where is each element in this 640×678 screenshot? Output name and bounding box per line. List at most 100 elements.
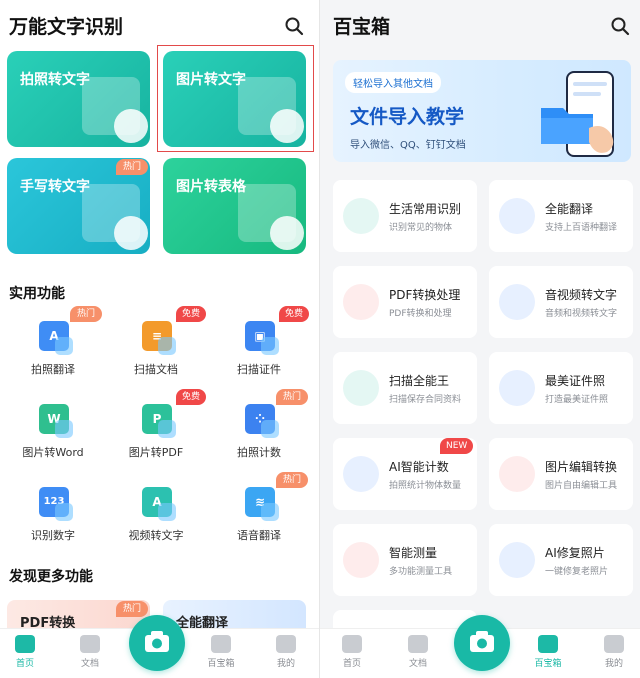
feature-subtitle: 一键修复老照片 <box>545 567 609 577</box>
feature-all-translate[interactable]: 全能翻译 支持上百语种翻译 <box>489 180 633 252</box>
camera-button[interactable] <box>129 615 185 671</box>
tool-scan-id[interactable]: ▣ 扫描证件 <box>209 321 309 389</box>
tab-home[interactable]: 首页 <box>334 635 370 669</box>
camera-button[interactable] <box>454 615 510 671</box>
count-icon <box>343 456 379 492</box>
tool-label: 图片转PDF <box>128 446 184 459</box>
feature-av-to-text[interactable]: 音视频转文字 音频和视频转文字 <box>489 266 633 338</box>
card-image-to-text[interactable]: 图片转文字 <box>163 51 306 147</box>
toolbox-icon <box>538 635 558 653</box>
photo-restore-icon <box>499 542 535 578</box>
free-badge: 免费 <box>176 306 207 322</box>
card-label: 手写转文字 <box>20 179 90 195</box>
phone-folder-illustration-icon <box>541 71 614 157</box>
tool-recognize-numbers[interactable]: 123 识别数字 <box>3 487 103 555</box>
id-card-icon: ▣ <box>245 321 279 355</box>
feature-subtitle: 多功能测量工具 <box>389 567 453 577</box>
tab-label: 我的 <box>276 659 295 669</box>
tool-label: 拍照翻译 <box>31 363 75 376</box>
tool-label: 图片转Word <box>22 446 84 459</box>
tab-profile[interactable]: 我的 <box>268 635 304 669</box>
magnifier-icon <box>270 216 304 250</box>
card-photo-to-text[interactable]: 拍照转文字 <box>7 51 150 147</box>
tab-label: 百宝箱 <box>207 659 235 669</box>
tab-toolbox[interactable]: 百宝箱 <box>530 635 566 669</box>
scan-object-icon <box>343 198 379 234</box>
banner-headline: 文件导入教学 <box>350 106 465 128</box>
voice-icon: ≋ <box>245 487 279 521</box>
feature-scanner[interactable]: 扫描全能王 扫描保存合同资料 <box>333 352 477 424</box>
tab-home[interactable]: 首页 <box>7 635 43 669</box>
video-icon: A <box>142 487 176 521</box>
feature-subtitle: 音频和视频转文字 <box>545 309 618 319</box>
document-icon: ≡ <box>142 321 176 355</box>
tab-profile[interactable]: 我的 <box>596 635 632 669</box>
hot-badge: 热门 <box>276 472 309 488</box>
feature-title: 图片编辑转换 <box>545 460 618 474</box>
number-icon: 123 <box>39 487 73 521</box>
tab-label: 百宝箱 <box>534 659 562 669</box>
eye-icon <box>114 216 148 250</box>
search-icon[interactable] <box>284 16 304 36</box>
banner-subtitle: 导入微信、QQ、钉钉文档 <box>350 140 466 151</box>
document-tab-icon <box>408 635 428 653</box>
feature-title: 智能测量 <box>389 546 438 560</box>
image-edit-icon <box>499 456 535 492</box>
tool-photo-count[interactable]: ⁘ 拍照计数 <box>209 404 309 472</box>
tool-photo-translate[interactable]: A 拍照翻译 <box>3 321 103 389</box>
tab-documents[interactable]: 文档 <box>400 635 436 669</box>
camera-icon <box>145 631 169 652</box>
tool-label: 拍照计数 <box>237 446 281 459</box>
feature-title: 生活常用识别 <box>389 202 462 216</box>
home-icon <box>342 635 362 653</box>
tab-documents[interactable]: 文档 <box>72 635 108 669</box>
tool-image-to-word[interactable]: W 图片转Word <box>3 404 103 472</box>
feature-title: AI修复照片 <box>545 546 605 560</box>
feature-title: 最美证件照 <box>545 374 606 388</box>
tool-label: 扫描文档 <box>134 363 178 376</box>
home-screen: 万能文字识别 拍照转文字 图片转文字 手写转文字 热门 图片转表格 实用功能 A… <box>0 0 320 678</box>
feature-life-recognition[interactable]: 生活常用识别 识别常见的物体 <box>333 180 477 252</box>
tab-label: 我的 <box>604 659 623 669</box>
tool-video-to-text[interactable]: A 视频转文字 <box>106 487 206 555</box>
toolbox-screen: 百宝箱 轻松导入其他文档 文件导入教学 导入微信、QQ、钉钉文档 生活常用识别 … <box>320 0 640 678</box>
pdf-icon <box>343 284 379 320</box>
tool-label: 识别数字 <box>31 529 75 542</box>
tool-image-to-pdf[interactable]: P 图片转PDF <box>106 404 206 472</box>
toolbox-icon <box>211 635 231 653</box>
feature-title: AI智能计数 <box>389 460 449 474</box>
import-tutorial-banner[interactable]: 轻松导入其他文档 文件导入教学 导入微信、QQ、钉钉文档 <box>333 60 631 162</box>
pdf-icon: P <box>142 404 176 438</box>
feature-pdf-convert[interactable]: PDF转换处理 PDF转换和处理 <box>333 266 477 338</box>
card-image-to-table[interactable]: 图片转表格 <box>163 158 306 254</box>
bottom-tab-bar: 首页 文档 百宝箱 我的 <box>0 615 320 678</box>
word-icon: W <box>39 404 73 438</box>
tool-label: 视频转文字 <box>128 529 184 542</box>
feature-image-edit[interactable]: 图片编辑转换 图片自由编辑工具 <box>489 438 633 510</box>
free-badge: 免费 <box>279 306 310 322</box>
feature-title: 全能翻译 <box>545 202 594 216</box>
translate-icon <box>499 198 535 234</box>
search-icon[interactable] <box>610 16 630 36</box>
feature-id-photo[interactable]: 最美证件照 打造最美证件照 <box>489 352 633 424</box>
hot-badge: 热门 <box>70 306 103 322</box>
tool-label: 语音翻译 <box>237 529 281 542</box>
tool-scan-document[interactable]: ≡ 扫描文档 <box>106 321 206 389</box>
tool-label: 扫描证件 <box>237 363 281 376</box>
feature-measure[interactable]: 智能测量 多功能测量工具 <box>333 524 477 596</box>
feature-photo-restore[interactable]: AI修复照片 一键修复老照片 <box>489 524 633 596</box>
card-label: 图片转文字 <box>176 72 246 88</box>
card-label: 图片转表格 <box>176 179 246 195</box>
feature-subtitle: 图片自由编辑工具 <box>545 481 618 491</box>
free-badge: 免费 <box>176 389 207 405</box>
feature-subtitle: 支持上百语种翻译 <box>545 223 618 233</box>
tab-label: 首页 <box>342 659 361 669</box>
feature-subtitle: 识别常见的物体 <box>389 223 453 233</box>
profile-icon <box>604 635 624 653</box>
translate-icon: A <box>39 321 73 355</box>
hot-badge: 热门 <box>276 389 309 405</box>
card-label: 拍照转文字 <box>20 72 90 88</box>
tool-voice-translate[interactable]: ≋ 语音翻译 <box>209 487 309 555</box>
tab-toolbox[interactable]: 百宝箱 <box>203 635 239 669</box>
scan-icon <box>343 370 379 406</box>
